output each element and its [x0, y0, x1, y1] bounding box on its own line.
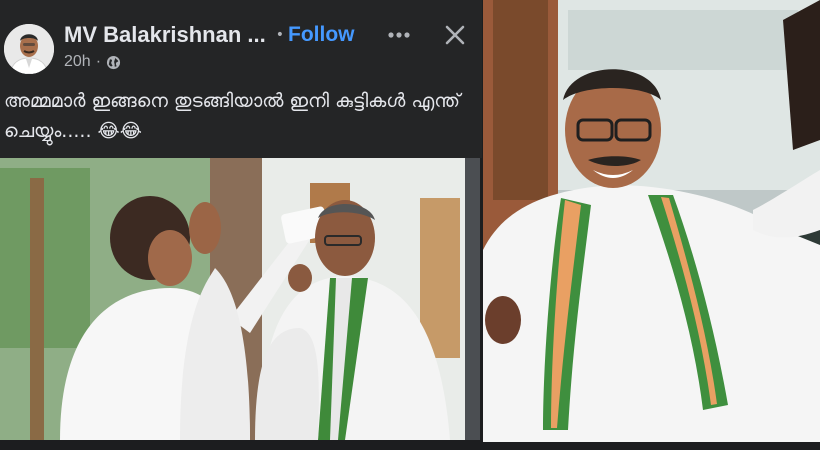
more-options-icon: [388, 32, 410, 38]
follow-separator: •: [275, 27, 284, 43]
scene-photo-right: [483, 0, 820, 442]
author-name[interactable]: MV Balakrishnan ...: [64, 22, 266, 48]
post-photo-right[interactable]: [483, 0, 820, 442]
post-meta: 20h ·: [64, 53, 121, 71]
post-text: അമ്മമാർ ഇങ്ങനെ തുടങ്ങിയാൽ ഇനി കുട്ടികൾ എ…: [4, 90, 461, 142]
close-icon: [445, 25, 465, 45]
more-options-button[interactable]: [384, 20, 414, 50]
author-avatar[interactable]: [4, 24, 54, 74]
follow-button[interactable]: Follow: [288, 23, 355, 47]
meta-separator: ·: [95, 53, 102, 70]
post-photo-left[interactable]: [0, 158, 480, 440]
close-button[interactable]: [440, 20, 470, 50]
post-header: MV Balakrishnan ... • Follow 20h · അമ്മമ…: [0, 0, 482, 158]
globe-icon: [106, 55, 121, 69]
post-timestamp[interactable]: 20h: [64, 53, 91, 71]
scene-photo-left: [0, 158, 480, 440]
avatar-image: [4, 24, 54, 74]
